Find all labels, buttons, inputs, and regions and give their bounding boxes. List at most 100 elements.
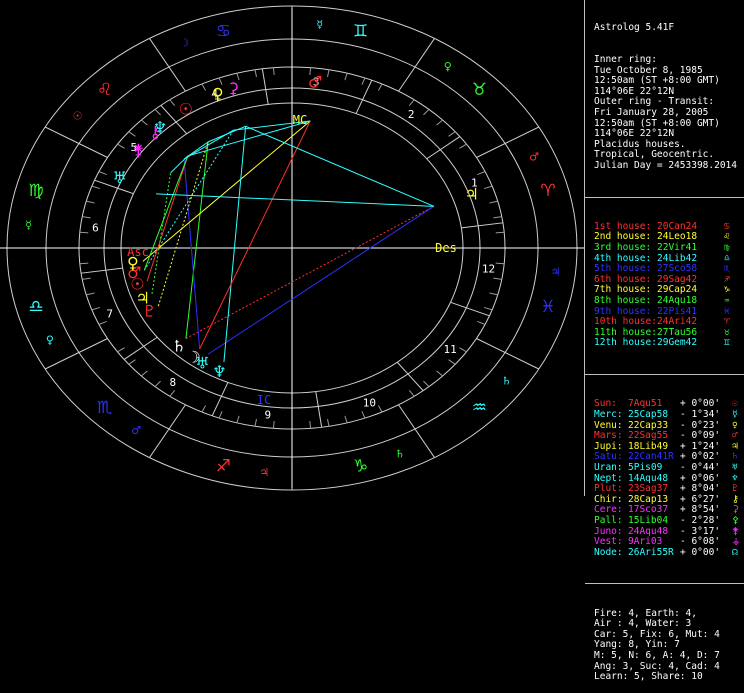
aspect-line — [185, 205, 435, 339]
planet-name: Cere: — [594, 504, 623, 516]
degree-tick — [477, 171, 486, 176]
sign-boundary — [44, 338, 108, 370]
degree-tick — [493, 216, 502, 219]
house-cusp-line — [450, 301, 490, 317]
aspect-line — [223, 126, 247, 363]
transit-planet-icon: ⚵ — [132, 140, 144, 159]
sign-icon: ♈ — [540, 181, 555, 201]
planet-position: 9Ari03 — [628, 536, 663, 548]
sign-boundary — [476, 338, 540, 370]
sign-icon: ♑ — [353, 456, 368, 476]
sign-boundary — [44, 126, 108, 158]
planet-name: Chir: — [594, 493, 623, 505]
house-label: 12th house: — [594, 337, 657, 349]
ruler-icon: ♂ — [131, 424, 141, 437]
degree-tick — [218, 411, 223, 419]
chart-wheel: ♈♂♉♀♊☿♋☽♌☉♍☿♎♀♏♂♐ ♃ ♑♄♒♄♓♃123456789101112♄… — [0, 5, 584, 491]
transit-planet-icon: ♀ — [212, 84, 224, 103]
degree-tick — [254, 69, 257, 77]
aspect-line — [146, 155, 189, 282]
degree-tick — [272, 421, 275, 429]
house-number: 11 — [444, 343, 457, 356]
planet-position: 25Cap58 — [628, 408, 669, 420]
ruler-icon: ♄ — [501, 374, 511, 387]
degree-tick — [254, 419, 257, 427]
planet-icon: ⚵ — [732, 525, 739, 537]
house-number: 9 — [265, 409, 272, 422]
ruler-icon: ♃ — [551, 266, 561, 279]
ruler-icon: ☿ — [25, 218, 32, 231]
planet-position: 5Pis09 — [628, 461, 663, 473]
planet-motion: - 1°34' — [680, 408, 721, 420]
ruler-icon: ♀ — [444, 60, 452, 73]
aspect-line — [199, 120, 311, 350]
planet-motion: + 0°00' — [680, 546, 721, 558]
summary-line: Ang: 3, Suc: 4, Cad: 4 — [594, 660, 720, 672]
degree-tick — [117, 347, 125, 353]
aspect-line — [207, 205, 435, 355]
planet-row: Pall: 15Lib04 - 2°28' ⚴ — [594, 514, 744, 527]
transit-planet-icon: ♂ — [308, 72, 322, 91]
sign-icon: ♏ — [97, 398, 112, 418]
degree-tick — [448, 131, 456, 137]
sign-icon: ♎ — [28, 297, 43, 317]
degree-tick — [128, 359, 136, 365]
ruler-icon: ♂ — [529, 150, 539, 163]
planet-name: Node: — [594, 546, 623, 558]
house-number: 7 — [106, 308, 113, 321]
house-cusp-line — [426, 136, 461, 160]
degree-tick — [495, 231, 505, 234]
degree-tick — [459, 143, 467, 149]
degree-tick — [459, 347, 467, 353]
aspect-line — [183, 159, 201, 349]
degree-tick — [489, 200, 498, 204]
planet-motion: - 0°44' — [680, 461, 721, 473]
degree-tick — [98, 320, 107, 325]
aspect-line — [143, 155, 189, 271]
degree-tick — [327, 419, 330, 427]
desc-label: Des — [435, 241, 457, 255]
summary-line: Yang: 8, Yin: 7 — [594, 639, 680, 651]
planet-icon: ♅ — [195, 353, 209, 372]
summary-line: Air : 4, Water: 3 — [594, 618, 692, 630]
degree-tick — [128, 131, 136, 137]
degree-tick — [477, 320, 486, 325]
planet-position: 15Lib04 — [628, 514, 669, 526]
planet-icon: ☿ — [732, 408, 738, 420]
house-cusp-line — [81, 267, 123, 274]
planet-name: Vest: — [594, 536, 623, 548]
degree-tick — [86, 292, 95, 296]
planet-position: 24Aqu48 — [628, 525, 669, 537]
summary-line: Fire: 4, Earth: 4, — [594, 607, 697, 619]
asc-label: Asc — [127, 245, 149, 259]
house-cusp-line — [123, 336, 158, 360]
degree-tick — [344, 415, 348, 423]
planet-row: Cere: 17Sco37 + 8°54' ⚳ — [594, 505, 744, 516]
house-number: 2 — [408, 108, 415, 121]
divider — [585, 583, 744, 585]
aspect-line — [245, 125, 435, 207]
degree-tick — [361, 77, 366, 85]
degree-tick — [408, 390, 415, 397]
sign-boundary — [398, 38, 435, 92]
degree-tick — [423, 380, 430, 388]
ruler-icon: ♄ — [395, 448, 405, 461]
degree-tick — [309, 421, 312, 429]
summary-line: Learn: 5, Share: 10 — [594, 671, 703, 683]
house-number: 6 — [92, 222, 99, 235]
degree-tick — [82, 216, 91, 219]
degree-tick — [423, 108, 430, 116]
house-cusp-line — [461, 222, 503, 229]
degree-tick — [236, 415, 240, 423]
degree-tick — [436, 370, 443, 377]
planet-name: Juno: — [594, 525, 623, 537]
planet-name: Pall: — [594, 514, 623, 526]
degree-tick — [117, 143, 125, 149]
degree-tick — [91, 306, 100, 311]
degree-tick — [201, 405, 207, 413]
transit-planet-icon: ♅ — [113, 168, 127, 187]
ruler-icon: ☉ — [73, 110, 83, 123]
degree-tick — [82, 277, 91, 280]
degree-tick — [79, 231, 89, 234]
degree-tick — [201, 83, 207, 91]
